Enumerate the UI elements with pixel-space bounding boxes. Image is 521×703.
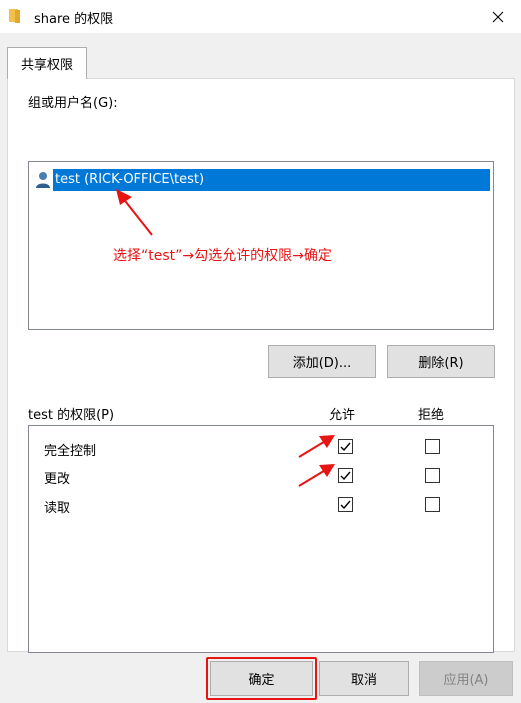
add-button-label: 添加(D)... <box>292 356 352 371</box>
groups-label: 组或用户名(G): <box>28 96 118 111</box>
close-button[interactable] <box>475 0 521 33</box>
perm-name-read: 读取 <box>44 501 71 516</box>
close-icon <box>492 11 504 22</box>
checkmark-icon <box>340 442 351 452</box>
window-title: share 的权限 <box>34 12 114 27</box>
allow-full-control-checkbox[interactable] <box>338 439 353 454</box>
remove-button[interactable]: 删除(R) <box>387 345 495 378</box>
deny-full-control-checkbox[interactable] <box>425 439 440 454</box>
remove-button-label: 删除(R) <box>418 356 464 371</box>
tab-panel: 组或用户名(G): test (RICK-OFFICE\test) 选择“tes… <box>7 78 515 653</box>
perm-name-change: 更改 <box>44 472 71 487</box>
checkmark-icon <box>340 500 351 510</box>
checkmark-icon <box>340 471 351 481</box>
annotation-arrow-icon <box>298 435 335 458</box>
user-icon <box>36 172 50 188</box>
deny-change-checkbox[interactable] <box>425 468 440 483</box>
permissions-label: test 的权限(P) <box>28 408 115 423</box>
annotation-arrow-icon <box>116 189 153 236</box>
title-bar: share 的权限 <box>0 0 521 33</box>
list-item[interactable]: test (RICK-OFFICE\test) <box>35 168 490 192</box>
allow-header: 允许 <box>329 408 356 423</box>
tab-label: 共享权限 <box>20 58 73 73</box>
cancel-button-label: 取消 <box>350 673 377 688</box>
folder-icon <box>9 9 20 23</box>
tab-share-permissions[interactable]: 共享权限 <box>7 47 87 79</box>
allow-change-checkbox[interactable] <box>338 468 353 483</box>
perm-name-full-control: 完全控制 <box>44 444 97 459</box>
deny-header: 拒绝 <box>418 408 445 423</box>
annotation-highlight <box>206 657 317 700</box>
add-button[interactable]: 添加(D)... <box>268 345 376 378</box>
annotation-text: 选择“test”→勾选允许的权限→确定 <box>113 248 332 264</box>
apply-button[interactable]: 应用(A) <box>419 661 513 696</box>
annotation-arrow-icon <box>298 464 335 487</box>
permissions-list: 完全控制 更改 读取 <box>28 425 494 653</box>
apply-button-label: 应用(A) <box>443 673 489 688</box>
deny-read-checkbox[interactable] <box>425 497 440 512</box>
cancel-button[interactable]: 取消 <box>319 661 409 696</box>
dialog-client: 共享权限 组或用户名(G): test (RICK-OFFICE\test) 选… <box>0 33 521 703</box>
allow-read-checkbox[interactable] <box>338 497 353 512</box>
